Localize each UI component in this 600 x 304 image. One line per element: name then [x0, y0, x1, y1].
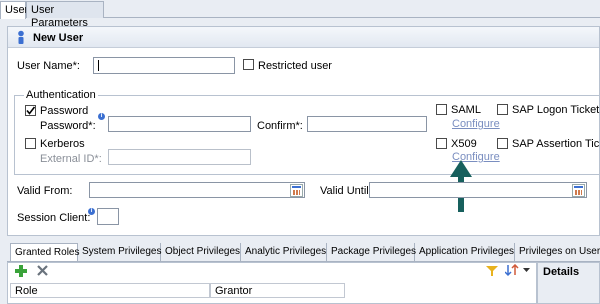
- tab-application-privileges[interactable]: Application Privileges: [415, 243, 515, 261]
- sap-assertion-ticket-checkbox[interactable]: [497, 138, 508, 149]
- confirm-input[interactable]: [307, 116, 427, 132]
- text-cursor: [98, 60, 99, 71]
- valid-from-input[interactable]: [89, 182, 305, 198]
- user-icon: [18, 30, 24, 44]
- kerberos-checkbox[interactable]: [25, 138, 36, 149]
- info-icon: i: [98, 113, 105, 120]
- kerberos-label: Kerberos: [40, 138, 85, 150]
- password-field-label: Password*:: [40, 120, 96, 132]
- page-title: New User: [33, 32, 84, 44]
- sort-icon[interactable]: [505, 264, 519, 277]
- tab-system-privileges[interactable]: System Privileges: [78, 243, 161, 261]
- form-header: [8, 27, 599, 48]
- tab-analytic-privileges[interactable]: Analytic Privileges: [241, 243, 327, 261]
- user-name-label: User Name*:: [17, 60, 80, 72]
- tab-package-privileges[interactable]: Package Privileges: [327, 243, 416, 261]
- confirm-label: Confirm*:: [257, 120, 303, 132]
- external-id-input[interactable]: [108, 149, 251, 165]
- chevron-down-icon[interactable]: [523, 268, 530, 273]
- user-name-input[interactable]: [93, 57, 235, 74]
- x509-checkbox[interactable]: [436, 138, 447, 149]
- tab-user[interactable]: User: [0, 1, 28, 19]
- password-checkbox[interactable]: [25, 105, 36, 116]
- valid-until-input[interactable]: [369, 182, 587, 198]
- tab-user-parameters[interactable]: User Parameters: [26, 1, 104, 29]
- session-client-input[interactable]: [97, 208, 119, 225]
- info-icon: i: [88, 208, 95, 215]
- sap-logon-ticket-label: SAP Logon Ticket: [512, 104, 600, 116]
- calendar-icon[interactable]: [290, 184, 303, 197]
- saml-label: SAML: [451, 104, 481, 116]
- session-client-label: Session Client:: [17, 212, 91, 224]
- saml-configure-link[interactable]: Configure: [452, 118, 500, 130]
- column-header-role[interactable]: Role: [10, 283, 210, 298]
- saml-checkbox[interactable]: [436, 104, 447, 115]
- external-id-label: External ID*:: [40, 153, 102, 165]
- authentication-label: Authentication: [24, 89, 98, 101]
- password-input[interactable]: [108, 116, 251, 132]
- details-label: Details: [543, 266, 580, 278]
- sap-assertion-ticket-label: SAP Assertion Ticket: [512, 138, 600, 150]
- tab-object-privileges[interactable]: Object Privileges: [161, 243, 241, 261]
- tab-privileges-on-users[interactable]: Privileges on Users: [515, 243, 600, 261]
- valid-from-label: Valid From:: [17, 185, 73, 197]
- tab-granted-roles[interactable]: Granted Roles: [10, 243, 79, 261]
- calendar-icon[interactable]: [572, 184, 585, 197]
- sap-logon-ticket-checkbox[interactable]: [497, 104, 508, 115]
- column-header-grantor[interactable]: Grantor: [210, 283, 345, 298]
- add-icon[interactable]: [15, 265, 27, 277]
- x509-label: X509: [451, 138, 477, 150]
- restricted-user-checkbox[interactable]: [243, 59, 254, 70]
- filter-icon[interactable]: [486, 266, 498, 276]
- remove-icon[interactable]: [37, 265, 48, 276]
- restricted-user-label: Restricted user: [258, 60, 332, 72]
- password-label: Password: [40, 105, 89, 117]
- check-icon: [26, 106, 36, 115]
- valid-until-label: Valid Until:: [320, 185, 372, 197]
